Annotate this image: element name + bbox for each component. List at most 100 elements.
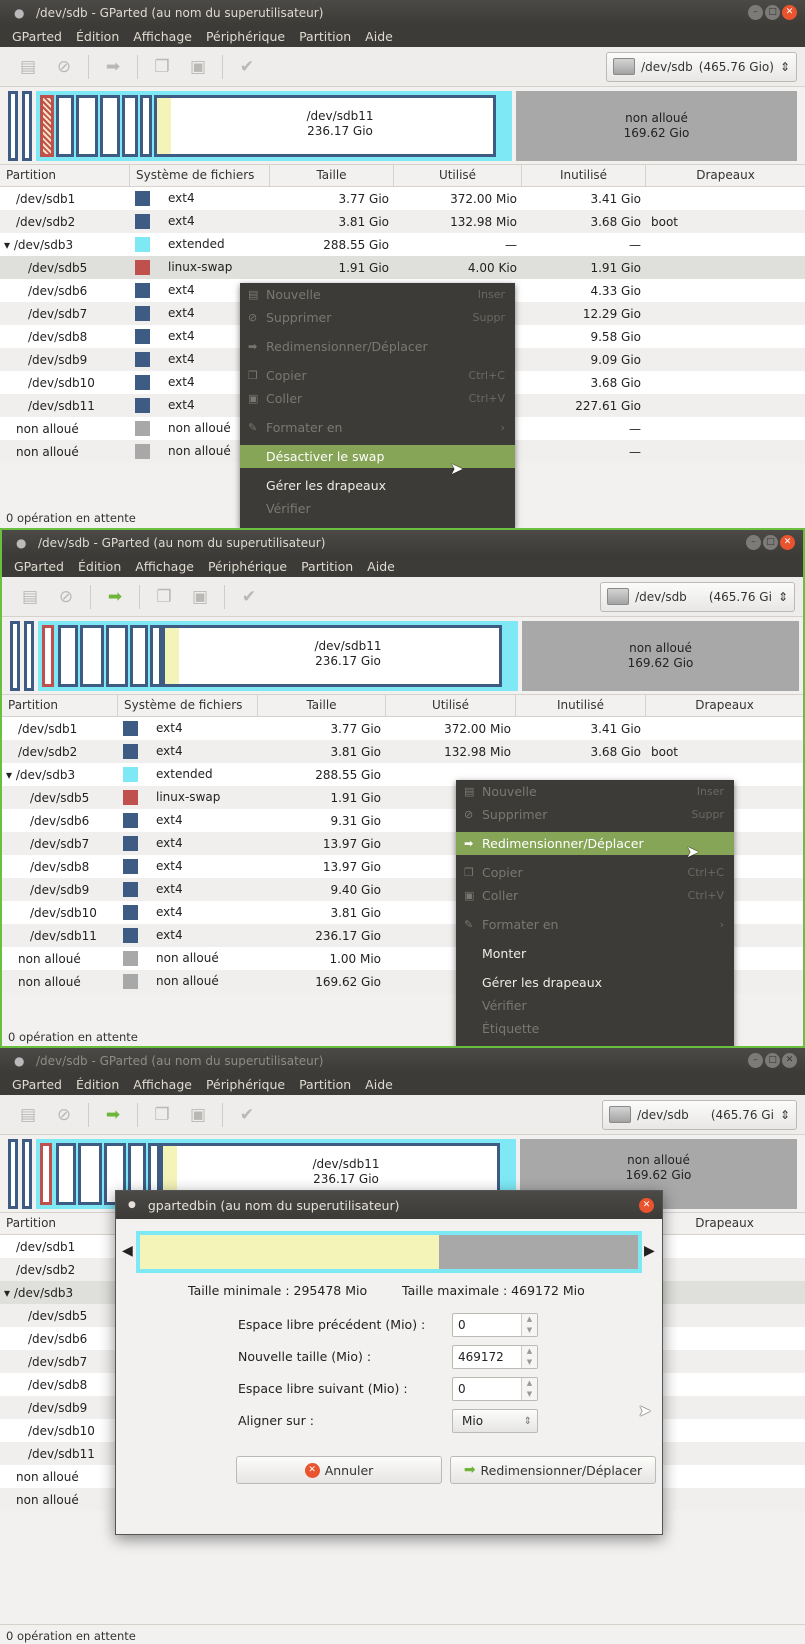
apply-icon[interactable]: ✔ <box>235 1103 259 1127</box>
align-select[interactable]: Mio ⇕ <box>452 1409 538 1433</box>
menu-item[interactable]: Vérifier <box>240 497 515 520</box>
col-flags[interactable]: Drapeaux <box>644 1213 805 1234</box>
partition-block-sdb6[interactable] <box>56 1143 76 1205</box>
new-icon[interactable]: ▤ <box>18 585 42 609</box>
col-flags[interactable]: Drapeaux <box>646 165 805 186</box>
partition-block-sdb8[interactable] <box>106 625 128 687</box>
close-icon[interactable]: ✕ <box>780 535 795 550</box>
table-row[interactable]: ▾ /dev/sdb3 extended 288.55 Gio — — <box>0 233 805 256</box>
dialog-menu-icon[interactable]: ● <box>128 1200 136 1210</box>
menu-item[interactable]: ✎ Formater en › <box>456 913 734 936</box>
window-menu-icon[interactable]: ● <box>16 536 26 550</box>
partition-block-sdb7[interactable] <box>80 625 104 687</box>
resize-move-button[interactable]: ➡ Redimensionner/Déplacer <box>450 1456 656 1484</box>
partition-block-sdb9[interactable] <box>130 625 148 687</box>
resize-bar-handle-right[interactable]: ▶ <box>644 1243 655 1259</box>
new-icon[interactable]: ▤ <box>16 1103 40 1127</box>
resize-icon[interactable]: ➡ <box>101 1103 125 1127</box>
col-size[interactable]: Taille <box>270 165 394 186</box>
window-menu-icon[interactable]: ● <box>14 1054 24 1068</box>
paste-icon[interactable]: ▣ <box>186 55 210 79</box>
resize-bar-handle-left[interactable]: ◀ <box>122 1243 133 1259</box>
copy-icon[interactable]: ❐ <box>152 585 176 609</box>
minimize-icon[interactable]: – <box>746 535 761 550</box>
partition-block-sdb1[interactable] <box>10 621 20 691</box>
menu-aide[interactable]: Aide <box>365 29 393 44</box>
col-partition[interactable]: Partition <box>0 1213 116 1234</box>
device-selector[interactable]: /dev/sdb (465.76 Gi ⇕ <box>602 1099 797 1130</box>
menu-edition[interactable]: Édition <box>78 559 121 574</box>
menu-affichage[interactable]: Affichage <box>133 1077 192 1092</box>
table-row[interactable]: /dev/sdb2 ext4 3.81 Gio 132.98 Mio 3.68 Gio b… <box>0 210 805 233</box>
col-used[interactable]: Utilisé <box>394 165 522 186</box>
partition-block-sdb10[interactable] <box>150 625 162 687</box>
new-size-spinner[interactable]: 469172 ▲ ▼ <box>452 1345 538 1369</box>
menu-item[interactable]: Étiquette <box>456 1017 734 1040</box>
menu-item[interactable]: Gérer les drapeaux <box>456 971 734 994</box>
menu-affichage[interactable]: Affichage <box>135 559 194 574</box>
partition-block-sdb9[interactable] <box>122 95 138 157</box>
menu-item[interactable]: Vérifier <box>456 994 734 1017</box>
close-icon[interactable]: ✕ <box>782 5 797 20</box>
menu-item[interactable]: Désactiver le swap <box>240 445 515 468</box>
menu-peripherique[interactable]: Périphérique <box>206 29 285 44</box>
col-filesystem[interactable]: Système de fichiers <box>130 165 270 186</box>
partition-block-sdb8[interactable] <box>100 95 120 157</box>
partition-block-sdb5[interactable] <box>42 625 54 687</box>
free-before-spinner[interactable]: 0 ▲ ▼ <box>452 1313 538 1337</box>
partition-block-sdb5[interactable] <box>40 95 54 157</box>
apply-icon[interactable]: ✔ <box>235 55 259 79</box>
col-filesystem[interactable]: Système de fichiers <box>118 695 258 716</box>
menu-item[interactable]: ❐ Copier Ctrl+C <box>240 364 515 387</box>
device-selector[interactable]: /dev/sdb (465.76 Gio) ⇕ <box>606 51 797 82</box>
partition-block-sdb6[interactable] <box>56 95 74 157</box>
copy-icon[interactable]: ❐ <box>150 1103 174 1127</box>
menu-partition[interactable]: Partition <box>301 559 353 574</box>
maximize-icon[interactable]: □ <box>765 5 780 20</box>
new-icon[interactable]: ▤ <box>16 55 40 79</box>
menu-aide[interactable]: Aide <box>365 1077 393 1092</box>
copy-icon[interactable]: ❐ <box>150 55 174 79</box>
delete-icon[interactable]: ⊘ <box>54 585 78 609</box>
menu-affichage[interactable]: Affichage <box>133 29 192 44</box>
menu-item[interactable]: ✎ Formater en › <box>240 416 515 439</box>
col-size[interactable]: Taille <box>258 695 386 716</box>
menu-partition[interactable]: Partition <box>299 1077 351 1092</box>
device-selector[interactable]: /dev/sdb (465.76 Gi ⇕ <box>600 581 795 612</box>
minimize-icon[interactable]: – <box>748 1053 763 1068</box>
table-row[interactable]: /dev/sdb1 ext4 3.77 Gio 372.00 Mio 3.41 Gio <box>0 187 805 210</box>
menu-partition[interactable]: Partition <box>299 29 351 44</box>
menu-gparted[interactable]: GParted <box>12 1077 62 1092</box>
menu-gparted[interactable]: GParted <box>12 29 62 44</box>
delete-icon[interactable]: ⊘ <box>52 55 76 79</box>
expander-icon[interactable]: ▾ <box>4 1286 14 1300</box>
window-menu-icon[interactable]: ● <box>14 6 24 20</box>
partition-block-sdb2[interactable] <box>22 1139 32 1209</box>
partition-block-sdb1[interactable] <box>8 91 18 161</box>
spinner-arrows-icon[interactable]: ▲ ▼ <box>521 1378 537 1400</box>
apply-icon[interactable]: ✔ <box>237 585 261 609</box>
expander-icon[interactable]: ▾ <box>6 768 16 782</box>
col-unused[interactable]: Inutilisé <box>516 695 646 716</box>
maximize-icon[interactable]: □ <box>765 1053 780 1068</box>
partition-block-sdb2[interactable] <box>22 91 32 161</box>
col-flags[interactable]: Drapeaux <box>646 695 803 716</box>
free-after-spinner[interactable]: 0 ▲ ▼ <box>452 1377 538 1401</box>
partition-block-unallocated[interactable]: non alloué 169.62 Gio <box>516 91 797 161</box>
menu-peripherique[interactable]: Périphérique <box>208 559 287 574</box>
menu-edition[interactable]: Édition <box>76 29 119 44</box>
partition-block-sdb5[interactable] <box>40 1143 52 1205</box>
partition-block-unallocated[interactable]: non alloué 169.62 Gio <box>522 621 799 691</box>
menu-item[interactable]: ▣ Coller Ctrl+V <box>240 387 515 410</box>
partition-block-sdb7[interactable] <box>76 95 98 157</box>
menu-item[interactable]: ➡ Redimensionner/Déplacer <box>240 335 515 358</box>
menu-item[interactable]: ▤ Nouvelle Inser <box>456 780 734 803</box>
dialog-close-icon[interactable]: ✕ <box>639 1197 654 1213</box>
resize-bar[interactable] <box>136 1231 642 1273</box>
col-used[interactable]: Utilisé <box>386 695 516 716</box>
col-unused[interactable]: Inutilisé <box>522 165 646 186</box>
menu-item[interactable]: ⊘ Supprimer Suppr <box>240 306 515 329</box>
table-row[interactable]: /dev/sdb1 ext4 3.77 Gio 372.00 Mio 3.41 Gio <box>2 717 803 740</box>
resize-icon[interactable]: ➡ <box>101 55 125 79</box>
expander-icon[interactable]: ▾ <box>4 238 14 252</box>
